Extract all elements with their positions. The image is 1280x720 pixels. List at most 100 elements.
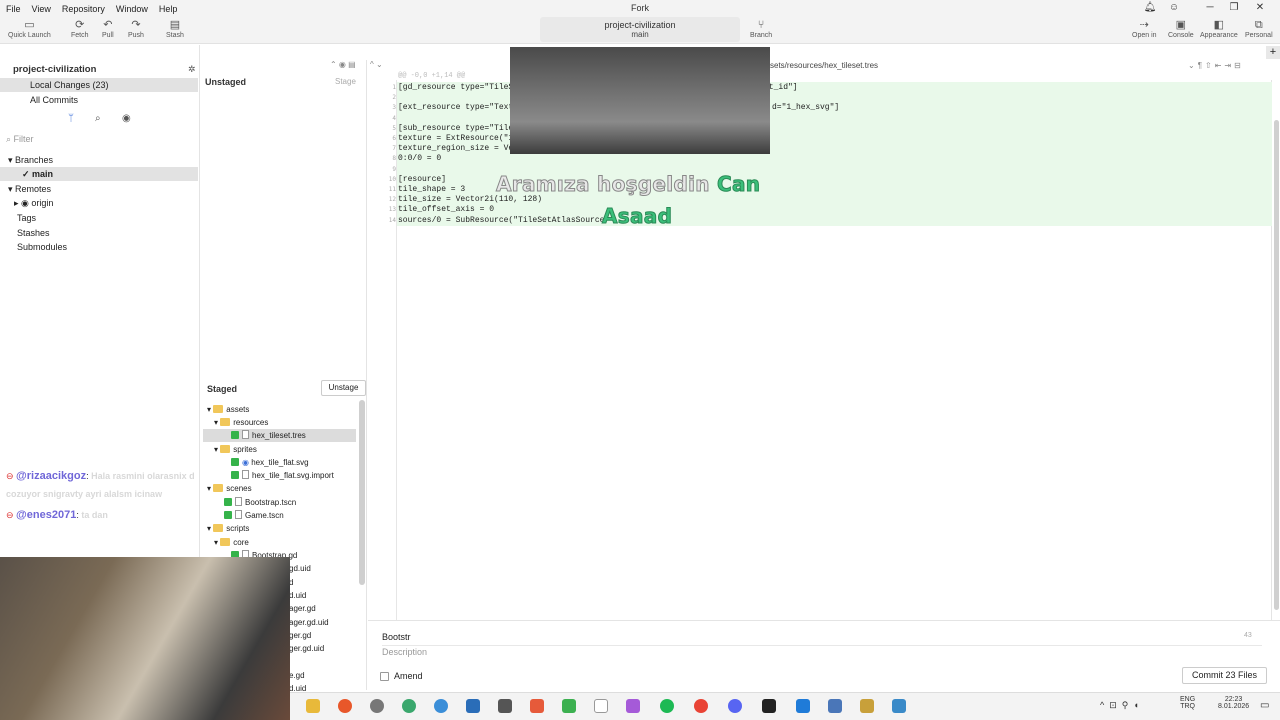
fetch-button[interactable]: ⟳ Fetch	[71, 19, 89, 39]
spotify-icon[interactable]	[660, 699, 674, 713]
terminal-icon[interactable]	[762, 699, 776, 713]
sidebar-item-submodules[interactable]: Submodules	[0, 240, 198, 254]
language-indicator[interactable]: ENG TRQ	[1180, 696, 1195, 710]
fork-icon[interactable]	[434, 699, 448, 713]
commit-subject-input[interactable]: Bootstr	[382, 632, 411, 642]
quick-launch-button[interactable]: ▭ Quick Launch	[8, 19, 51, 39]
app-icon[interactable]	[402, 699, 416, 713]
tree-folder-scripts[interactable]: ▾ scripts	[207, 522, 249, 535]
sidebar-item-origin[interactable]: ▸ ◉ origin	[0, 196, 198, 210]
unstaged-panel: Unstaged Stage	[201, 60, 367, 380]
appearance-icon: ◧	[1213, 19, 1225, 31]
menu-file[interactable]: File	[6, 4, 21, 14]
personal-button[interactable]: ⧉ Personal	[1245, 19, 1273, 39]
tree-file-partial[interactable]: ger.gd	[289, 629, 311, 642]
figma-icon[interactable]	[626, 699, 640, 713]
filter-input[interactable]: ⌕ Filter	[6, 134, 196, 145]
sidebar-item-local-changes[interactable]: Local Changes (23)	[0, 78, 198, 92]
stage-button[interactable]: Stage	[335, 77, 356, 86]
vscode-icon[interactable]	[796, 699, 810, 713]
commit-button[interactable]: Commit 23 Files	[1182, 667, 1267, 684]
branch-button[interactable]: ⑂ Branch	[750, 19, 772, 39]
gear-icon[interactable]: ✲	[188, 64, 196, 75]
lang-primary: ENG	[1180, 696, 1196, 703]
close-icon[interactable]: ✕	[1250, 2, 1270, 13]
tree-file-partial[interactable]: ger.gd.uid	[289, 642, 324, 655]
steam-icon[interactable]	[466, 699, 480, 713]
restore-icon[interactable]: ❐	[1224, 2, 1244, 13]
tree-file-partial[interactable]: d.uid	[289, 589, 306, 602]
amend-label: Amend	[394, 671, 423, 681]
collapse-icon[interactable]: ^ ⌄	[370, 60, 383, 69]
console-button[interactable]: ▣ Console	[1168, 19, 1194, 39]
pull-button[interactable]: ↶ Pull	[102, 19, 114, 39]
stash-icon: ▤	[169, 19, 181, 31]
notepad-icon[interactable]	[594, 699, 608, 713]
firefox-icon[interactable]	[338, 699, 352, 713]
appearance-button[interactable]: ◧ Appearance	[1200, 19, 1238, 39]
remotes-section[interactable]: ▾ Remotes	[0, 182, 198, 196]
tree-file-partial[interactable]: ager.gd	[289, 602, 316, 615]
sidebar-item-tags[interactable]: Tags	[0, 211, 198, 225]
tree-file-partial[interactable]: e.gd	[289, 669, 305, 682]
tree-folder-sprites[interactable]: ▾ sprites	[214, 443, 257, 456]
push-button[interactable]: ↷ Push	[128, 19, 144, 39]
notification-icon[interactable]: ▭	[1260, 700, 1269, 711]
sidebar-item-stashes[interactable]: Stashes	[0, 226, 198, 240]
add-tab-button[interactable]: +	[1266, 46, 1280, 59]
tree-file-hex-tileset[interactable]: hex_tileset.tres	[203, 429, 356, 442]
app-icon[interactable]	[828, 699, 842, 713]
app-icon[interactable]	[892, 699, 906, 713]
tree-file-hex-tile-flat-svg[interactable]: ◉ hex_tile_flat.svg	[231, 456, 309, 469]
diff-scrollbar[interactable]	[1274, 120, 1279, 610]
menu-help[interactable]: Help	[159, 4, 178, 14]
tree-folder-scenes[interactable]: ▾ scenes	[207, 482, 252, 495]
menu-view[interactable]: View	[32, 4, 51, 14]
tree-folder-core[interactable]: ▾ core	[214, 536, 249, 549]
diff-options-icons[interactable]: ⌄¶⇧⇤⇥⊟	[1188, 61, 1244, 70]
tree-file-bootstrap-tscn[interactable]: Bootstrap.tscn	[224, 496, 296, 509]
search-icon[interactable]: ⌕	[95, 113, 101, 124]
github-icon[interactable]: ◉	[122, 113, 131, 124]
discord-icon[interactable]	[728, 699, 742, 713]
staged-scrollbar[interactable]	[359, 400, 365, 585]
sidebar-item-all-commits[interactable]: All Commits	[0, 93, 198, 107]
diff-line-tail: d="1_hex_svg"]	[772, 103, 840, 112]
amend-checkbox[interactable]	[380, 672, 389, 681]
explorer-icon[interactable]	[306, 699, 320, 713]
stash-label: Stash	[166, 32, 184, 39]
app-icon[interactable]	[530, 699, 544, 713]
sidebar-item-main[interactable]: ✓ main	[0, 167, 198, 181]
clock[interactable]: 22:23 8.01.2026	[1218, 696, 1249, 710]
minimize-icon[interactable]: ─	[1200, 2, 1220, 13]
commit-description-input[interactable]: Description	[382, 647, 427, 657]
tree-file-hex-tile-flat-svg-import[interactable]: hex_tile_flat.svg.import	[231, 469, 334, 482]
branch-filter-icon[interactable]: ᛘ	[68, 113, 74, 124]
store-icon[interactable]	[562, 699, 576, 713]
pull-icon: ↶	[103, 19, 113, 31]
chrome-icon[interactable]	[694, 699, 708, 713]
folder-icon: ▭	[24, 19, 35, 31]
tray-icons[interactable]: ^⊡⚲◖	[1100, 700, 1144, 711]
unity-icon[interactable]	[498, 699, 512, 713]
github-desktop-icon[interactable]	[370, 699, 384, 713]
tree-folder-resources[interactable]: ▾ resources	[214, 416, 268, 429]
open-in-button[interactable]: ⇢ Open in	[1132, 19, 1157, 39]
tree-file-partial[interactable]: ager.gd.uid	[289, 616, 329, 629]
chat-text: ta dan	[81, 510, 108, 520]
app-icon[interactable]	[860, 699, 874, 713]
tree-folder-assets[interactable]: ▾ assets	[207, 403, 249, 416]
menu-repository[interactable]: Repository	[62, 4, 105, 14]
tree-file-game-tscn[interactable]: Game.tscn	[224, 509, 284, 522]
bell-icon[interactable]: 🔔︎	[1140, 2, 1160, 13]
stash-button[interactable]: ▤ Stash	[166, 19, 184, 39]
unstage-button[interactable]: Unstage	[321, 380, 366, 396]
clock-time: 22:23	[1224, 696, 1243, 703]
repo-selector[interactable]: project-civilization main	[540, 17, 740, 42]
tree-file-partial[interactable]: gd.uid	[289, 562, 311, 575]
branches-section[interactable]: ▾ Branches	[0, 153, 198, 167]
diff-file-path: sets/resources/hex_tileset.tres	[770, 61, 878, 70]
menu-window[interactable]: Window	[116, 4, 148, 14]
smiley-icon[interactable]: ☺	[1164, 2, 1184, 13]
diff-line: [gd_resource type="TileS	[398, 83, 514, 92]
